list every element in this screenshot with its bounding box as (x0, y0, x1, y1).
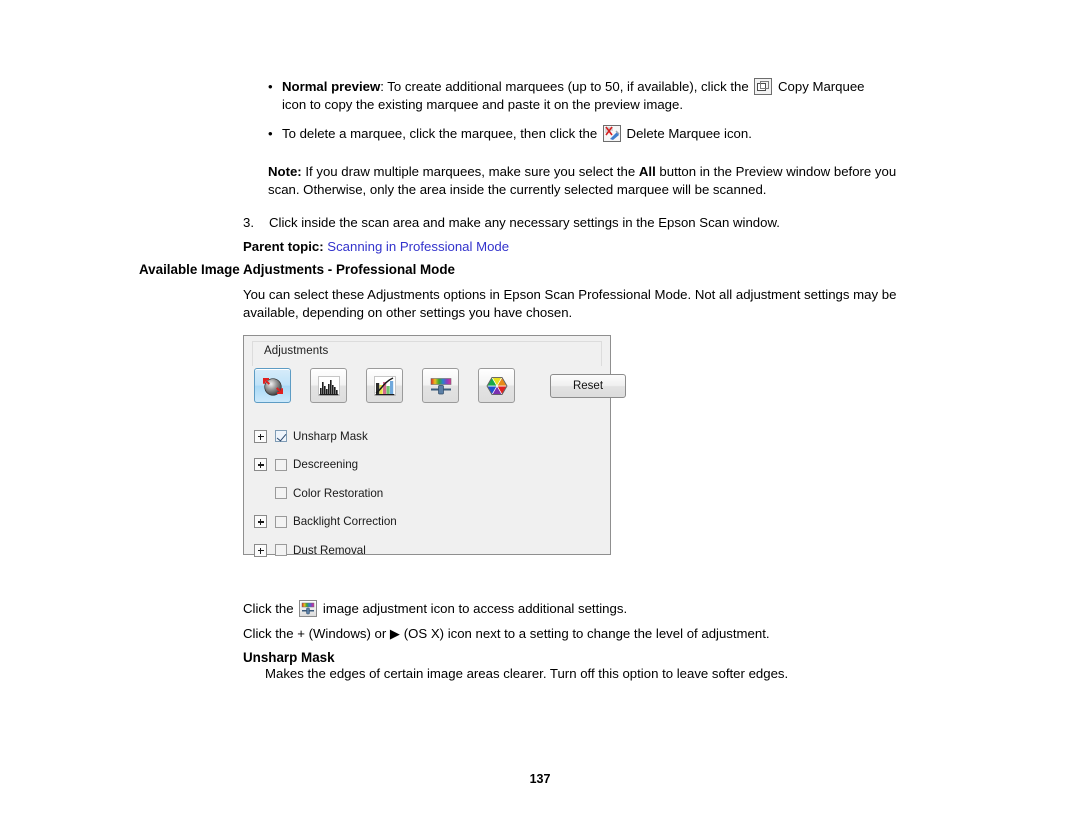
step-3: 3. Click inside the scan area and make a… (243, 214, 903, 232)
option-row-backlight-correction[interactable]: Backlight Correction (254, 508, 602, 537)
option-row-color-restoration[interactable]: Color Restoration (254, 479, 602, 508)
note-bold-word: All (638, 164, 656, 179)
expand-plus-icon[interactable] (254, 515, 267, 529)
parent-topic-link[interactable]: Scanning in Professional Mode (327, 239, 509, 254)
image-adjustment-inline-icon[interactable] (299, 600, 318, 617)
parent-topic-label: Parent topic: (243, 239, 324, 254)
bullet-normal-preview: • Normal preview: To create additional m… (268, 78, 888, 113)
bullet-delete-marquee: • To delete a marquee, click the marquee… (268, 125, 888, 143)
option-label-unsharp-mask: Unsharp Mask (293, 429, 368, 443)
bullet-text-before-icon: : To create additional marquees (up to 5… (380, 79, 753, 94)
step-number: 3. (243, 215, 254, 230)
bullet-delete-marquee-text: To delete a marquee, click the marquee, … (282, 125, 888, 143)
note-block: Note: If you draw multiple marquees, mak… (268, 163, 912, 198)
parent-topic: Parent topic: Scanning in Professional M… (243, 238, 509, 256)
checkbox-backlight-correction[interactable] (275, 515, 287, 528)
page-number: 137 (529, 772, 551, 786)
checkbox-color-restoration[interactable] (275, 487, 287, 500)
delete-marquee-icon[interactable] (602, 125, 621, 142)
click-icon-text-before: Click the (243, 601, 298, 616)
plus-icon-line: Click the + (Windows) or ▶ (OS X) icon n… (243, 626, 770, 641)
section-heading: Available Image Adjustments - Profession… (139, 262, 455, 277)
adjustments-options-list: Unsharp Mask Descreening Color Restorati… (254, 422, 602, 565)
option-label-backlight-correction: Backlight Correction (293, 515, 397, 529)
option-row-dust-removal[interactable]: Dust Removal (254, 536, 602, 565)
click-icon-text-after: image adjustment icon to access addition… (319, 601, 628, 616)
bullet-text-before-icon: To delete a marquee, click the marquee, … (282, 126, 601, 141)
bullet-text-after-icon: Delete Marquee icon. (622, 126, 752, 141)
section-intro-paragraph: You can select these Adjustments options… (243, 287, 897, 320)
note-label: Note: (268, 164, 302, 179)
adjustments-toolbar: Reset (254, 368, 626, 403)
adjustments-group-title: Adjustments (264, 345, 329, 357)
unsharp-mask-subheading: Unsharp Mask (243, 650, 335, 665)
option-label-descreening: Descreening (293, 458, 359, 472)
adjustments-dialog: Adjustments Reset Unsharp Mask Descreeni… (243, 335, 626, 557)
checkbox-unsharp-mask[interactable] (275, 430, 287, 443)
bullet-marker: • (268, 126, 273, 141)
option-row-descreening[interactable]: Descreening (254, 451, 602, 480)
expand-plus-icon[interactable] (254, 543, 267, 557)
note-text-part1: If you draw multiple marquees, make sure… (301, 164, 639, 179)
bullet-bold-lead: Normal preview (282, 79, 381, 94)
copy-marquee-icon[interactable] (754, 78, 773, 95)
click-icon-line: Click the image adjustment icon to acces… (243, 600, 943, 618)
bullet-marker: • (268, 79, 273, 94)
tone-correction-tool-icon[interactable] (366, 368, 403, 403)
unsharp-mask-tool-icon[interactable] (254, 368, 291, 403)
option-label-color-restoration: Color Restoration (293, 486, 384, 500)
reset-button[interactable]: Reset (550, 373, 626, 398)
checkbox-dust-removal[interactable] (275, 544, 287, 557)
expand-plus-icon[interactable] (254, 429, 267, 443)
checkbox-descreening[interactable] (275, 458, 287, 471)
histogram-adjustment-tool-icon[interactable] (310, 368, 347, 403)
bullet-normal-preview-text: Normal preview: To create additional mar… (282, 78, 888, 113)
document-page: • Normal preview: To create additional m… (0, 0, 1080, 834)
color-palette-tool-icon[interactable] (478, 368, 515, 403)
option-label-dust-removal: Dust Removal (293, 543, 366, 557)
step-text: Click inside the scan area and make any … (269, 215, 780, 230)
option-row-unsharp-mask[interactable]: Unsharp Mask (254, 422, 602, 451)
unsharp-mask-description: Makes the edges of certain image areas c… (265, 666, 789, 681)
expand-plus-icon[interactable] (254, 458, 267, 472)
image-adjustment-tool-icon[interactable] (422, 368, 459, 403)
